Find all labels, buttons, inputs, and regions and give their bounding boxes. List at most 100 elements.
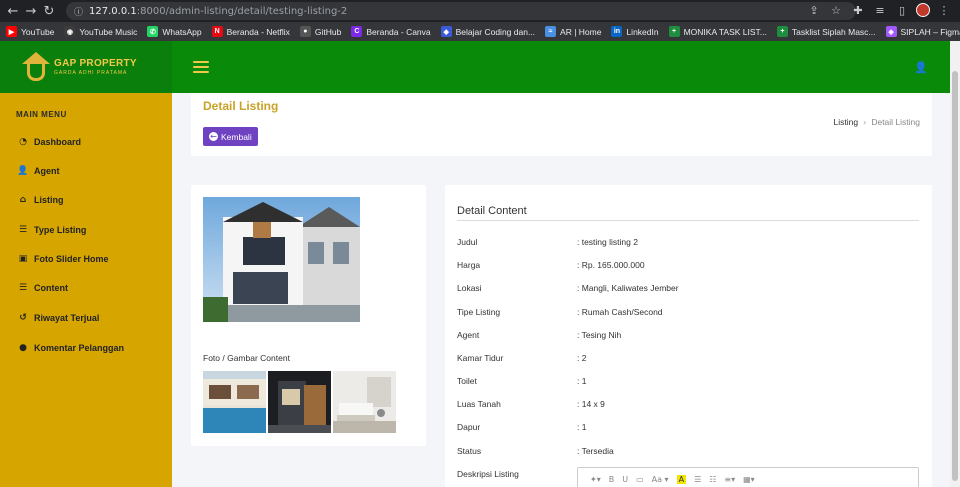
bookmark-label: GitHub [314,26,342,37]
bookmark-favicon-icon: ◆ [440,26,452,37]
detail-label: Status [457,446,482,456]
star-icon[interactable]: ☆ [828,2,844,18]
bookmark-item[interactable]: ◉ YouTube Music [64,26,137,37]
detail-heading: Detail Content [457,205,527,217]
ordered-list-icon[interactable]: ☷ [709,475,716,484]
bookmark-label: MONIKA TASK LIST... [683,26,767,37]
page-scrollbar[interactable] [950,41,960,487]
detail-value: : 14 x 9 [577,399,605,409]
bookmark-label: SIPLAH – Figma [900,26,960,37]
detail-label: Lokasi [457,283,482,293]
underline-icon[interactable]: U [622,475,628,484]
bookmark-label: LinkedIn [626,26,659,37]
bold-icon[interactable]: B [609,475,615,484]
bookmark-item[interactable]: in LinkedIn [611,26,659,37]
back-button[interactable]: ← Kembali [203,127,258,146]
detail-label: Dapur [457,422,481,432]
bookmark-item[interactable]: N Beranda - Netflix [211,26,290,37]
extensions-icon[interactable]: ✚ [850,2,866,18]
sidebar-item-label: Komentar Pelanggan [34,343,125,353]
breadcrumb: Listing › Detail Listing [834,117,920,127]
sidebar-item-agent[interactable]: 👤 Agent [17,164,60,178]
sidebar-item-label: Listing [34,195,64,205]
bookmark-item[interactable]: ◆ Belajar Coding dan... [440,26,535,37]
detail-label: Agent [457,330,480,340]
main-menu-title: MAIN MENU [16,110,67,119]
list-icon: ☰ [18,225,28,235]
address-bar[interactable]: ⓘ 127.0.0.1 :8000/admin-listing/detail/t… [66,2,856,20]
unordered-list-icon[interactable]: ☰ [694,475,701,484]
bookmark-item[interactable]: ≈ AR | Home [545,26,601,37]
bookmark-label: YouTube Music [79,26,138,37]
back-button-label: Kembali [221,131,252,142]
bookmark-favicon-icon: ● [299,26,311,37]
bookmark-label: AR | Home [560,26,602,37]
detail-value: : Rp. 165.000.000 [577,260,645,270]
breadcrumb-listing[interactable]: Listing [834,117,859,127]
font-select[interactable]: Aa ▾ [652,475,669,484]
sidebar-item-riwayat-terjual[interactable]: ↺ Riwayat Terjual [18,311,99,325]
bookmark-favicon-icon: ✆ [147,26,159,37]
align-icon[interactable]: ≡▾ [724,475,735,484]
chevron-right-icon: › [863,117,867,127]
detail-value: : Rumah Cash/Second [577,307,663,317]
page-header-card: Detail Listing ← Kembali Listing › Detai… [191,93,932,156]
back-arrow-icon[interactable]: ← [4,2,22,20]
url-path: :8000/admin-listing/detail/testing-listi… [136,5,348,17]
gallery-thumbnail[interactable] [268,371,331,433]
main-listing-image[interactable] [203,197,360,322]
profile-avatar[interactable] [916,3,930,17]
magic-icon[interactable]: ✦▾ [590,475,601,484]
sidebar-item-listing[interactable]: ⌂ Listing [18,193,64,207]
menu-dots-icon[interactable]: ⋮ [936,2,952,18]
scrollbar-thumb[interactable] [952,71,958,481]
sidebar-item-content[interactable]: ☰ Content [18,281,68,295]
gallery-thumbnail[interactable] [203,371,266,433]
reading-list-icon[interactable]: ≡ [872,2,888,18]
bookmark-favicon-icon: C [351,26,363,37]
bookmarks-bar: ▶ YouTube ◉ YouTube Music ✆ WhatsApp N Beranda … [0,22,960,41]
bookmark-label: Beranda - Canva [366,26,431,37]
detail-value: : Tersedia [577,446,614,456]
description-editor-toolbar[interactable]: ✦▾ B U ▭ Aa ▾ A ☰ ☷ ≡▾ ▦▾ [577,467,919,487]
bookmark-favicon-icon: ◈ [885,26,897,37]
table-icon[interactable]: ▦▾ [743,475,755,484]
sidebar-item-foto-slider-home[interactable]: ▣ Foto Slider Home [18,252,109,266]
sidebar-item-label: Foto Slider Home [34,254,109,264]
share-icon[interactable]: ⇪ [806,2,822,18]
sidebar-item-label: Agent [34,166,60,176]
bookmark-item[interactable]: C Beranda - Canva [351,26,431,37]
breadcrumb-current: Detail Listing [871,117,920,127]
bookmark-item[interactable]: + Tasklist Siplah Masc... [776,26,876,37]
detail-value: : testing listing 2 [577,237,638,247]
sidebar-item-komentar-pelanggan[interactable]: ● Komentar Pelanggan [18,341,124,355]
user-account-icon[interactable]: 👤 [914,61,928,74]
sidebar-item-label: Riwayat Terjual [34,313,100,323]
detail-label: Deskripsi Listing [457,469,519,479]
detail-value: : Tesing Nih [577,330,622,340]
bookmark-item[interactable]: ▶ YouTube [6,26,54,37]
bookmark-label: Beranda - Netflix [226,26,290,37]
detail-label: Tipe Listing [457,307,501,317]
bookmark-item[interactable]: + MONIKA TASK LIST... [668,26,767,37]
sidebar-item-type-listing[interactable]: ☰ Type Listing [18,223,86,237]
bookmark-item[interactable]: ● GitHub [299,26,342,37]
side-panel-icon[interactable]: ▯ [894,2,910,18]
site-info-icon[interactable]: ⓘ [74,5,83,18]
comment-icon: ● [19,343,27,353]
bookmark-item[interactable]: ✆ WhatsApp [147,26,202,37]
detail-card: Detail Content ✦▾ B U ▭ Aa ▾ A ☰ ☷ ≡▾ ▦▾… [445,185,932,487]
sidebar-item-dashboard[interactable]: ◔ Dashboard [18,135,81,149]
logo[interactable]: GAP PROPERTY GARDA ADHI PRATAMA [0,41,172,93]
gallery-thumbnail[interactable] [333,371,396,433]
highlight-icon[interactable]: A [676,474,687,484]
bookmark-favicon-icon: in [611,26,623,37]
detail-value: : 1 [577,376,587,386]
hamburger-menu-icon[interactable] [193,61,209,73]
gallery-caption: Foto / Gambar Content [203,353,290,363]
reload-icon[interactable]: ↻ [40,2,58,20]
eraser-icon[interactable]: ▭ [636,475,644,484]
forward-arrow-icon[interactable]: → [22,2,40,20]
bookmark-label: WhatsApp [162,26,202,37]
bookmark-item[interactable]: ◈ SIPLAH – Figma [885,26,960,37]
